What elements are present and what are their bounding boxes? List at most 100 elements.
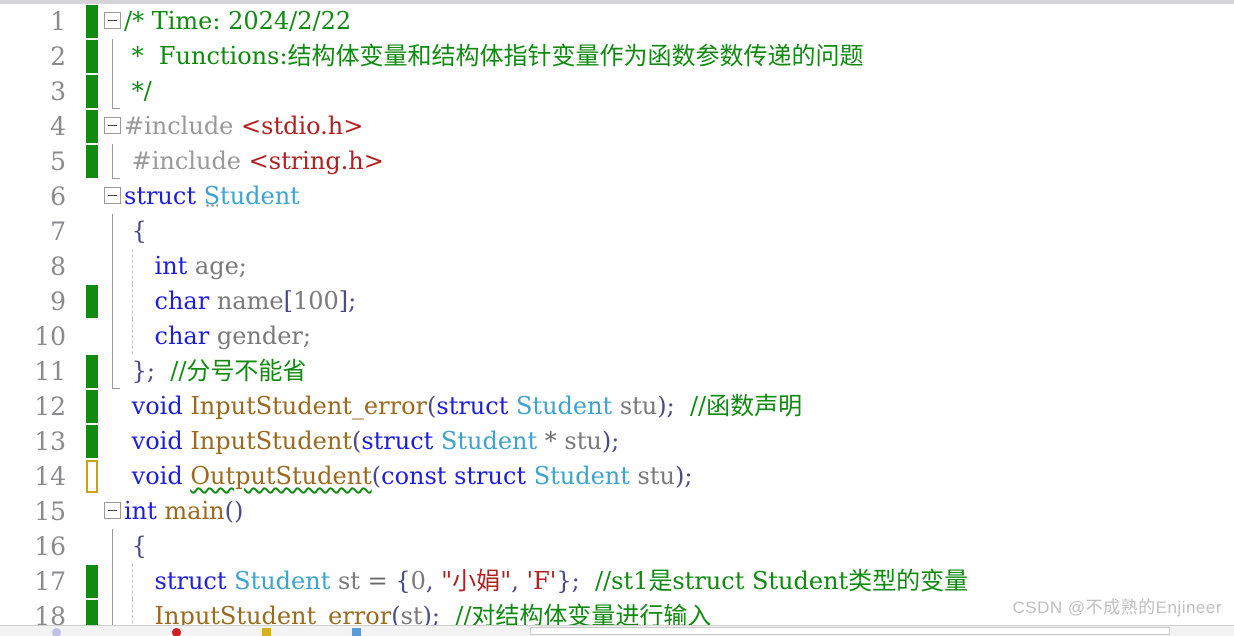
line-number: 12: [34, 392, 66, 421]
bottom-panel-strip[interactable]: [0, 625, 1234, 636]
code-line[interactable]: 3 */: [0, 74, 1234, 109]
code-token: name: [216, 287, 284, 315]
code-text[interactable]: #include <stdio.h>: [124, 109, 363, 144]
code-token: );: [657, 392, 675, 420]
outlining-rail: [112, 564, 113, 599]
code-line[interactable]: 2 * Functions:结构体变量和结构体指针变量作为函数参数传递的问题: [0, 39, 1234, 74]
code-text[interactable]: void InputStudent_error(struct Student s…: [124, 389, 803, 424]
code-text[interactable]: char name[100];: [124, 284, 357, 319]
collapse-minus-icon[interactable]: [104, 502, 121, 519]
code-line[interactable]: 1 /* Time: 2024/2/22: [0, 4, 1234, 39]
code-text[interactable]: * Functions:结构体变量和结构体指针变量作为函数参数传递的问题: [124, 39, 864, 74]
code-token: Student: [533, 462, 638, 490]
panel-search-icon: [52, 628, 61, 636]
code-token: void: [124, 427, 191, 455]
code-text[interactable]: void InputStudent(struct Student * stu);: [124, 424, 620, 459]
code-line-list[interactable]: 1 /* Time: 2024/2/22 2 * Functions:结构体变量和结…: [0, 4, 1234, 634]
collapse-minus-icon[interactable]: [104, 12, 121, 29]
change-marker: [86, 110, 98, 143]
change-marker: [86, 460, 98, 493]
line-number: 11: [34, 357, 66, 386]
code-token: {: [124, 532, 147, 560]
panel-search-input[interactable]: [530, 627, 1170, 635]
code-token: struct: [436, 392, 516, 420]
code-text[interactable]: }; //分号不能省: [124, 354, 307, 389]
code-editor[interactable]: 1 /* Time: 2024/2/22 2 * Functions:结构体变量和结…: [0, 0, 1234, 636]
code-token: void: [124, 392, 191, 420]
code-line[interactable]: 4 #include <stdio.h>: [0, 109, 1234, 144]
code-line[interactable]: 5 #include <string.h>: [0, 144, 1234, 179]
code-token: char: [124, 322, 217, 350]
line-number: 13: [34, 427, 66, 456]
code-token: =: [367, 567, 396, 595]
code-line[interactable]: 16 {: [0, 529, 1234, 564]
code-token: (: [371, 462, 382, 490]
change-marker: [86, 425, 98, 458]
code-token: ];: [338, 287, 357, 315]
code-token: (: [351, 427, 362, 455]
code-line[interactable]: 6 struct Student: [0, 179, 1234, 214]
code-line[interactable]: 11 }; //分号不能省: [0, 354, 1234, 389]
code-text[interactable]: struct Student st = {0, "小娟", 'F'}; //st…: [124, 564, 969, 599]
code-token: 100: [292, 287, 339, 315]
code-text[interactable]: struct Student: [124, 179, 300, 214]
code-line[interactable]: 7 {: [0, 214, 1234, 249]
change-marker: [86, 250, 98, 283]
panel-error-icon: [172, 628, 181, 636]
change-marker: [86, 495, 98, 528]
code-text[interactable]: #include <string.h>: [124, 144, 384, 179]
outlining-rail: [112, 354, 120, 389]
csdn-watermark: CSDN @不成熟的Enjineer: [1012, 598, 1222, 617]
change-marker: [86, 530, 98, 563]
change-marker: [86, 565, 98, 598]
code-token: );: [674, 462, 693, 490]
code-token: int: [124, 497, 165, 525]
code-token: };: [556, 567, 580, 595]
code-token: struct: [124, 567, 235, 595]
code-token: int: [124, 252, 195, 280]
code-token: struct: [361, 427, 441, 455]
code-text[interactable]: */: [124, 74, 152, 109]
code-line[interactable]: 9 char name[100];: [0, 284, 1234, 319]
code-token: Student: [515, 392, 620, 420]
code-line[interactable]: 10 char gender;: [0, 319, 1234, 354]
code-text[interactable]: {: [124, 529, 147, 564]
collapse-minus-icon[interactable]: [104, 117, 121, 134]
code-line[interactable]: 13 void InputStudent(struct Student * st…: [0, 424, 1234, 459]
code-line[interactable]: 12 void InputStudent_error(struct Studen…: [0, 389, 1234, 424]
code-text[interactable]: int age;: [124, 249, 247, 284]
code-token: */: [124, 77, 152, 105]
line-number: 2: [50, 42, 66, 71]
collapse-minus-icon[interactable]: [104, 187, 121, 204]
code-line[interactable]: 8 int age;: [0, 249, 1234, 284]
code-token: InputStudent_error: [190, 392, 427, 420]
change-marker: [86, 75, 98, 108]
line-number: 1: [50, 7, 66, 36]
code-token: <stdio.h>: [241, 112, 364, 140]
code-token: gender;: [216, 322, 311, 350]
change-marker: [86, 145, 98, 178]
code-token: {: [395, 567, 411, 595]
code-text[interactable]: /* Time: 2024/2/22: [124, 4, 351, 39]
line-number: 14: [34, 462, 66, 491]
code-token: //分号不能省: [154, 357, 307, 385]
change-marker: [86, 215, 98, 248]
change-marker: [86, 355, 98, 388]
code-line[interactable]: 15 int main(): [0, 494, 1234, 529]
code-text[interactable]: int main(): [124, 494, 243, 529]
line-number: 8: [50, 252, 66, 281]
code-line[interactable]: 14 void OutputStudent(const struct Stude…: [0, 459, 1234, 494]
code-token: {: [124, 217, 147, 245]
code-token: Student: [440, 427, 545, 455]
code-token: void: [124, 462, 191, 490]
code-text[interactable]: void OutputStudent(const struct Student …: [124, 459, 693, 494]
code-text[interactable]: char gender;: [124, 319, 311, 354]
code-token: main: [164, 497, 225, 525]
code-text[interactable]: {: [124, 214, 147, 249]
code-token: (): [224, 497, 244, 525]
code-token: *: [544, 427, 565, 455]
code-token: ,: [425, 567, 442, 595]
line-number: 3: [50, 77, 66, 106]
line-number: 16: [34, 532, 66, 561]
change-marker: [86, 285, 98, 318]
